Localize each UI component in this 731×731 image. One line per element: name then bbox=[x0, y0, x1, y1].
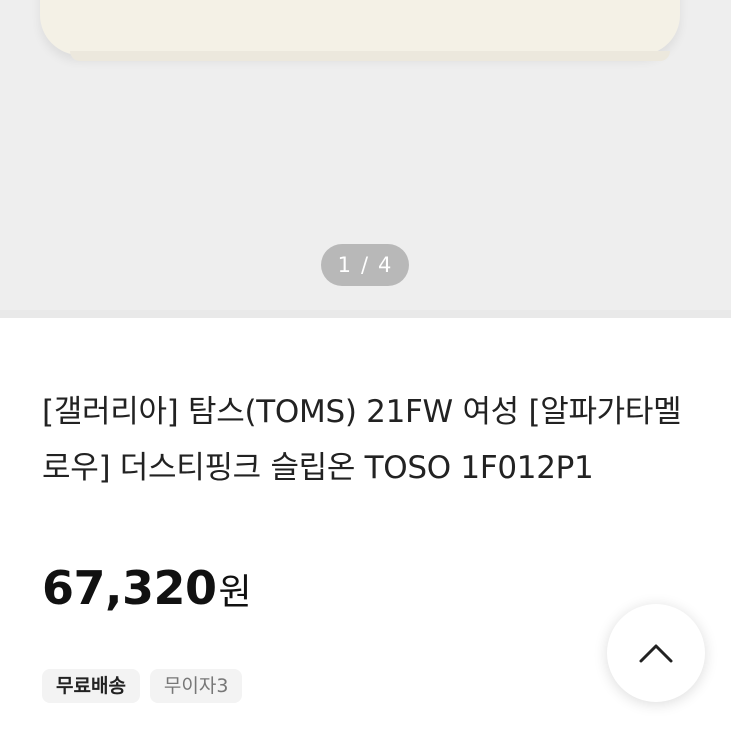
price-currency: 원 bbox=[218, 572, 252, 613]
free-shipping-badge: 무료배송 bbox=[42, 669, 140, 703]
image-pager-indicator: 1 / 4 bbox=[321, 244, 409, 286]
pager-separator: / bbox=[360, 253, 370, 277]
product-title: [갤러리아] 탐스(TOMS) 21FW 여성 [알파가타멜로우] 더스티핑크 … bbox=[42, 394, 682, 486]
pager-total: 4 bbox=[378, 253, 393, 277]
product-image bbox=[40, 0, 680, 61]
chevron-up-icon bbox=[639, 644, 673, 663]
product-price: 67,320 원 bbox=[42, 561, 252, 615]
product-detail-page: 1 / 4 [갤러리아] 탐스(TOMS) 21FW 여성 [알파가타멜로우] … bbox=[0, 0, 731, 731]
product-image-gallery[interactable]: 1 / 4 bbox=[0, 0, 731, 315]
divider bbox=[0, 310, 731, 318]
interest-free-badge: 무이자3 bbox=[149, 669, 243, 703]
pager-current: 1 bbox=[337, 253, 352, 277]
benefit-tags: 무료배송 무이자3 bbox=[42, 669, 243, 703]
scroll-to-top-button[interactable] bbox=[607, 604, 705, 702]
price-value: 67,320 bbox=[42, 561, 217, 615]
